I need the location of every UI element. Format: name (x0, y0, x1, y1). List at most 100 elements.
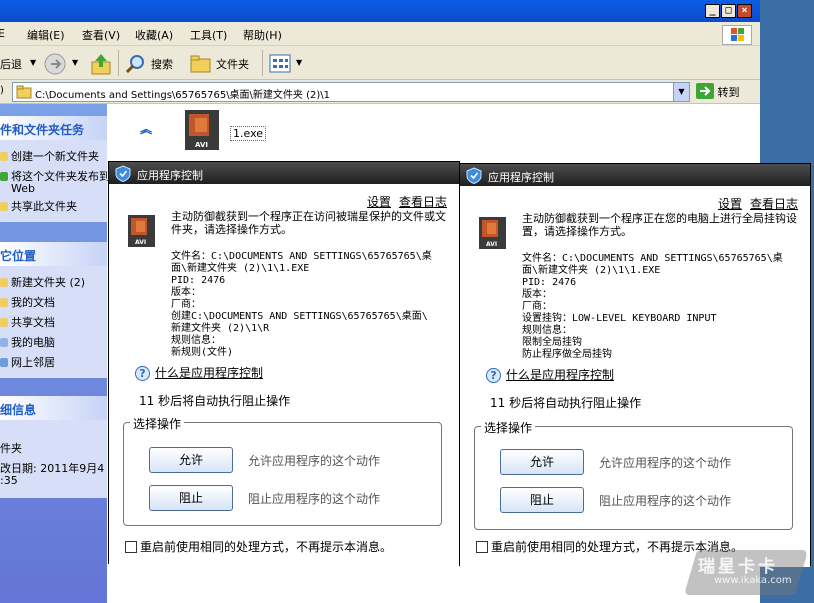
whatis-row[interactable]: ? 什么是应用程序控制 (486, 366, 614, 383)
up-folder-icon[interactable] (90, 52, 112, 76)
dialog-message: 主动防御截获到一个程序正在您的电脑上进行全局挂钩设置，请选择操作方式。 (522, 212, 797, 238)
task-pane: 件和文件夹任务 ︽ ︽ 创建一个新文件夹 将这个文件夹发布到 Web 共享此文件… (0, 104, 152, 603)
menu-view[interactable]: 查看(V) (82, 27, 120, 43)
detail-line: 新规则(文件) (171, 347, 234, 358)
remember-checkbox[interactable] (476, 541, 488, 553)
tasks-panel-title: 件和文件夹任务 (0, 123, 85, 137)
exe-file-icon[interactable]: AVI (183, 108, 223, 152)
task-share-folder[interactable]: 共享此文件夹 (0, 198, 77, 214)
close-button[interactable]: × (737, 4, 752, 18)
place-shared-documents[interactable]: 共享文档 (0, 314, 55, 330)
detail-line: PID: 2476 (522, 277, 577, 288)
place-label: 我的文档 (11, 296, 55, 309)
view-log-link[interactable]: 查看日志 (399, 193, 447, 210)
view-log-link[interactable]: 查看日志 (750, 195, 798, 212)
views-icon[interactable] (269, 54, 293, 74)
publish-icon (0, 172, 8, 181)
detail-line: 版本： (171, 287, 201, 298)
address-field[interactable]: C:\Documents and Settings\65765765\桌面\新建… (12, 82, 690, 102)
folder-icon (16, 85, 32, 99)
block-description: 阻止应用程序的这个动作 (248, 492, 381, 506)
action-group: 选择操作 允许 允许应用程序的这个动作 阻止 阻止应用程序的这个动作 (474, 419, 793, 530)
dialog-title: 应用程序控制 (137, 169, 203, 182)
remember-choice[interactable]: 重启前使用相同的处理方式，不再提示本消息。 (125, 538, 392, 555)
block-description: 阻止应用程序的这个动作 (599, 494, 732, 508)
block-button[interactable]: 阻止 (500, 487, 584, 513)
settings-link[interactable]: 设置 (718, 195, 742, 212)
details-time: :35 (0, 474, 18, 487)
folders-button[interactable]: 文件夹 (216, 56, 249, 72)
shared-folder-icon (0, 318, 8, 327)
folder-icon (0, 278, 8, 287)
address-bar: ) C:\Documents and Settings\65765765\桌面\… (0, 80, 760, 104)
dialog-message: 主动防御截获到一个程序正在访问被瑞星保护的文件或文件夹，请选择操作方式。 (171, 210, 446, 236)
address-dropdown-icon[interactable]: ▼ (673, 83, 689, 101)
allow-button[interactable]: 允许 (149, 447, 233, 473)
menu-edit[interactable]: 编辑(E) (27, 27, 65, 43)
menu-tools[interactable]: 工具(T) (190, 27, 227, 43)
task-label: 共享此文件夹 (11, 200, 77, 213)
forward-dropdown-icon[interactable]: ▼ (72, 58, 78, 67)
remember-checkbox[interactable] (125, 541, 137, 553)
app-control-dialog-2: 应用程序控制 设置 查看日志 AVI 主动防御截获到一个程序正在您的电脑上进行全… (459, 163, 811, 567)
go-button[interactable]: 转到 (696, 83, 740, 100)
countdown-text: 11 秒后将自动执行阻止操作 (490, 396, 642, 410)
views-dropdown-icon[interactable]: ▼ (296, 58, 302, 67)
dialog-titlebar: 应用程序控制 (109, 162, 459, 184)
detail-line: 规则信息： (522, 325, 572, 336)
folders-icon[interactable] (190, 54, 212, 74)
allow-button[interactable]: 允许 (500, 449, 584, 475)
details-panel-title: 细信息 (0, 403, 37, 417)
address-label-stub: ) (0, 85, 4, 96)
place-new-folder-2[interactable]: 新建文件夹 (2) (0, 274, 85, 290)
menu-favorites[interactable]: 收藏(A) (135, 27, 173, 43)
place-label: 共享文档 (11, 316, 55, 329)
shield-icon (115, 165, 131, 182)
forward-icon[interactable] (43, 52, 67, 76)
search-icon[interactable] (125, 53, 147, 75)
address-path: C:\Documents and Settings\65765765\桌面\新建… (35, 90, 331, 101)
action-group-legend: 选择操作 (130, 415, 185, 432)
menu-file-stub[interactable]: E (0, 27, 5, 40)
new-folder-icon (0, 152, 8, 161)
tasks-panel-body: 创建一个新文件夹 将这个文件夹发布到 Web 共享此文件夹 (0, 140, 110, 222)
ikaka-watermark: 瑞星卡卡 www.ikaka.com (684, 548, 808, 596)
action-group-legend: 选择操作 (481, 419, 536, 436)
back-dropdown-icon[interactable]: ▼ (30, 58, 36, 67)
places-panel-header[interactable]: 它位置 (0, 242, 107, 266)
file-name[interactable]: 1.exe (230, 126, 267, 141)
shield-icon (466, 167, 482, 184)
menu-bar: E 编辑(E) 查看(V) 收藏(A) 工具(T) 帮助(H) (0, 22, 760, 46)
maximize-button[interactable]: □ (721, 4, 736, 18)
task-publish-web-line2[interactable]: Web (11, 182, 35, 195)
task-new-folder[interactable]: 创建一个新文件夹 (0, 148, 99, 164)
collapse-chevron-icon[interactable]: ︽ (142, 121, 152, 136)
app-control-dialog-1: 应用程序控制 设置 查看日志 AVI 主动防御截获到一个程序正在访问被瑞星保护的… (108, 161, 460, 565)
place-my-computer[interactable]: 我的电脑 (0, 334, 55, 350)
toolbar-separator (262, 50, 263, 76)
details-type: 件夹 (0, 442, 22, 455)
program-icon: AVI (479, 217, 506, 249)
program-icon: AVI (128, 215, 155, 247)
minimize-button[interactable]: _ (705, 4, 720, 18)
allow-description: 允许应用程序的这个动作 (248, 454, 381, 468)
whatis-link[interactable]: 什么是应用程序控制 (506, 368, 614, 382)
back-button[interactable]: 后退 (0, 56, 22, 72)
action-group: 选择操作 允许 允许应用程序的这个动作 阻止 阻止应用程序的这个动作 (123, 415, 442, 526)
network-icon (0, 358, 8, 367)
block-button[interactable]: 阻止 (149, 485, 233, 511)
place-label: 新建文件夹 (2) (11, 276, 86, 289)
menu-help[interactable]: 帮助(H) (243, 27, 282, 43)
search-button[interactable]: 搜索 (151, 56, 173, 72)
place-network[interactable]: 网上邻居 (0, 354, 55, 370)
detail-line: 面\新建文件夹 (2)\1\1.EXE (522, 265, 661, 276)
whatis-link[interactable]: 什么是应用程序控制 (155, 366, 263, 380)
place-my-documents[interactable]: 我的文档 (0, 294, 55, 310)
tasks-panel-header[interactable]: 件和文件夹任务 ︽ (0, 116, 152, 140)
whatis-row[interactable]: ? 什么是应用程序控制 (135, 364, 263, 381)
details-panel-header[interactable]: 细信息 (0, 396, 107, 420)
detail-line: 防止程序做全局挂钩 (522, 349, 612, 360)
detail-line: 限制全局挂钩 (522, 337, 582, 348)
detail-line: 面\新建文件夹 (2)\1\1.EXE (171, 263, 310, 274)
settings-link[interactable]: 设置 (367, 193, 391, 210)
